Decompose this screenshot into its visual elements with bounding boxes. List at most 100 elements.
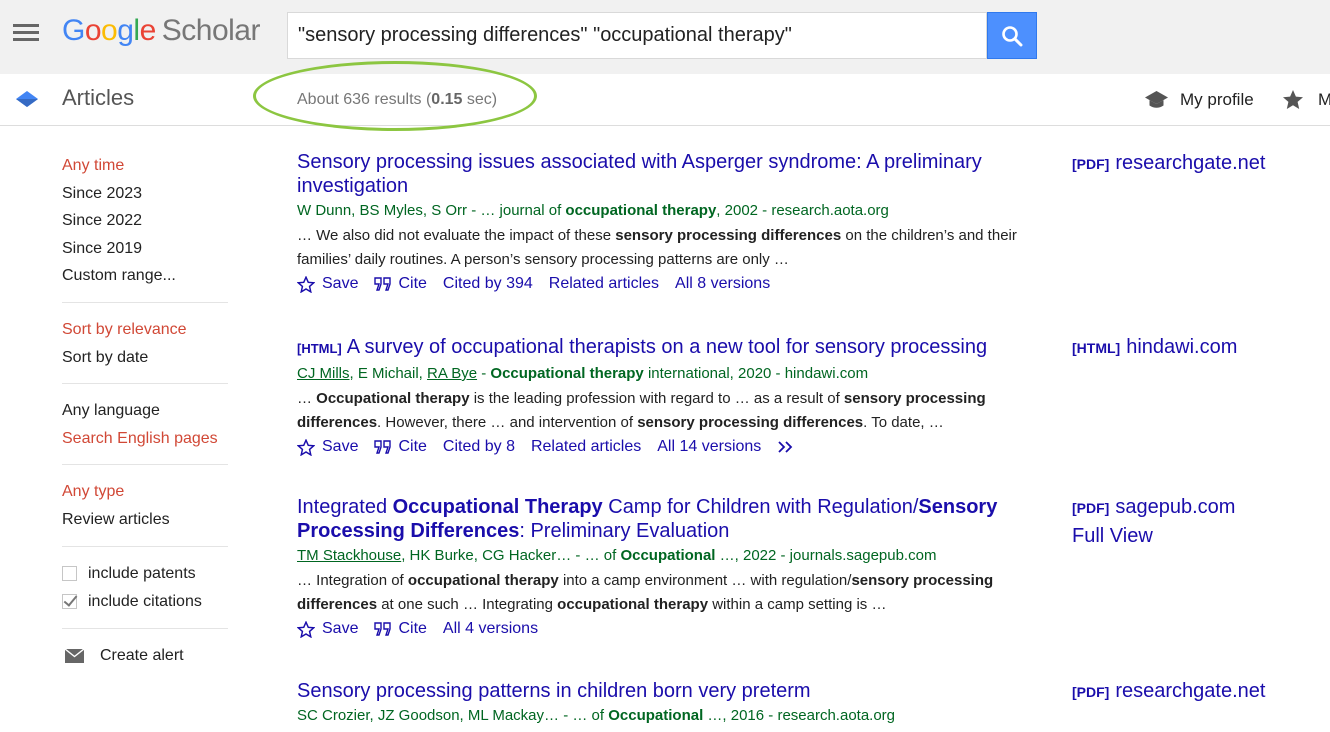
full-text-link[interactable]: [PDF] researchgate.net <box>1072 677 1265 707</box>
my-library-label: My library <box>1318 89 1330 109</box>
logo-letter: o <box>101 14 118 47</box>
section-title: Articles <box>62 85 135 110</box>
save-button[interactable]: Save <box>297 273 358 295</box>
quote-icon <box>374 440 392 454</box>
related-articles-link[interactable]: Related articles <box>549 273 659 295</box>
include-patents-label: include patents <box>88 564 196 582</box>
result-meta-text: - … of <box>571 547 621 564</box>
author-profile-link[interactable]: TM Stackhouse <box>297 547 401 564</box>
result-title-link[interactable]: Sensory processing patterns in children … <box>297 679 1057 703</box>
result-meta-bold: Occupational therapy <box>490 365 644 382</box>
result-title-link[interactable]: [HTML] A survey of occupational therapist… <box>297 335 1057 361</box>
include-patents-checkbox[interactable] <box>62 566 77 582</box>
result-item: Sensory processing patterns in children … <box>297 679 1057 727</box>
cite-button[interactable]: Cite <box>374 618 427 640</box>
file-type-tag: [PDF] <box>1072 156 1110 172</box>
sort-by-relevance[interactable]: Sort by relevance <box>62 316 228 344</box>
quote-icon <box>374 622 392 636</box>
filter-since-2022[interactable]: Since 2022 <box>62 207 228 235</box>
result-meta-text: - <box>477 365 491 382</box>
cited-by-link[interactable]: Cited by 394 <box>443 273 533 295</box>
result-item: Sensory processing issues associated wit… <box>297 150 1057 295</box>
results-count-prefix: About 636 results ( <box>297 91 432 108</box>
result-meta-bold: Occupational <box>620 547 716 564</box>
snippet-text: at one such … Integrating <box>377 595 558 613</box>
divider <box>62 545 228 547</box>
include-patents-option[interactable]: include patents <box>62 560 228 588</box>
full-view-link[interactable]: Full View <box>1072 522 1153 551</box>
result-meta-text: - … of <box>559 707 609 724</box>
my-profile-link[interactable]: My profile <box>1144 89 1254 111</box>
full-text-link[interactable]: [PDF] sagepub.com <box>1072 493 1235 523</box>
filter-since-2019[interactable]: Since 2019 <box>62 235 228 263</box>
cite-button[interactable]: Cite <box>374 436 427 458</box>
envelope-icon <box>65 648 84 663</box>
full-text-link[interactable]: [PDF] researchgate.net <box>1072 149 1265 179</box>
snippet-text: . To date, … <box>863 413 944 431</box>
result-actions: Save Cite Cited by 394 Related articles … <box>297 273 1057 295</box>
snippet-bold: Occupational therapy <box>316 390 470 407</box>
full-text-link[interactable]: [HTML] hindawi.com <box>1072 333 1237 363</box>
snippet-bold: occupational therapy <box>407 572 559 589</box>
filter-any-language[interactable]: Any language <box>62 397 228 425</box>
hamburger-menu-icon[interactable] <box>13 24 39 42</box>
search-input[interactable] <box>288 13 986 58</box>
filter-custom-range[interactable]: Custom range... <box>62 262 228 290</box>
result-title-text: Integrated <box>297 496 393 518</box>
filter-english-pages[interactable]: Search English pages <box>62 425 228 453</box>
all-versions-link[interactable]: All 8 versions <box>675 273 770 295</box>
sort-group: Sort by relevance Sort by date <box>62 316 228 371</box>
star-icon <box>1283 90 1303 109</box>
author-profile-link[interactable]: RA Bye <box>427 365 477 382</box>
result-item: Integrated Occupational Therapy Camp for… <box>297 495 1057 640</box>
result-meta: W Dunn, BS Myles, S Orr - … journal of o… <box>297 200 1057 222</box>
snippet-text: into a camp environment … with regulatio… <box>558 572 852 589</box>
result-title-link[interactable]: Integrated Occupational Therapy Camp for… <box>297 495 1057 543</box>
more-chevron-icon[interactable] <box>777 440 802 454</box>
result-actions: Save Cite Cited by 8 Related articles Al… <box>297 436 1057 458</box>
cite-label: Cite <box>398 620 427 637</box>
result-meta-text: , E Michail, <box>349 365 428 382</box>
snippet-bold: occupational therapy <box>557 595 709 613</box>
cite-button[interactable]: Cite <box>374 273 427 295</box>
all-versions-link[interactable]: All 14 versions <box>657 436 761 458</box>
snippet-text: within a camp setting is … <box>708 595 887 613</box>
result-meta-text: …, 2022 - journals.sagepub.com <box>715 547 937 564</box>
filter-since-2023[interactable]: Since 2023 <box>62 180 228 208</box>
full-text-domain: researchgate.net <box>1115 152 1266 174</box>
section-bar: Articles About 636 results (0.15 sec) My… <box>0 74 1330 126</box>
full-text-domain: hindawi.com <box>1126 336 1238 358</box>
cited-by-link[interactable]: Cited by 8 <box>443 436 515 458</box>
snippet-text: … Integration of <box>297 572 408 589</box>
divider <box>62 464 228 466</box>
save-button[interactable]: Save <box>297 436 358 458</box>
include-citations-option[interactable]: include citations <box>62 588 228 616</box>
sort-by-date[interactable]: Sort by date <box>62 344 228 372</box>
my-library-link[interactable]: My library <box>1282 89 1330 110</box>
snippet-bold: sensory processing differences <box>637 413 864 431</box>
result-meta-text: - … journal of <box>467 202 566 219</box>
results-count: About 636 results (0.15 sec) <box>297 91 497 109</box>
include-citations-checkbox[interactable] <box>62 594 77 610</box>
save-label: Save <box>322 438 359 455</box>
related-articles-link[interactable]: Related articles <box>531 436 641 458</box>
language-group: Any language Search English pages <box>62 397 228 452</box>
all-versions-link[interactable]: All 4 versions <box>443 618 538 640</box>
result-title-text: : Preliminary Evaluation <box>519 520 730 542</box>
author-profile-link[interactable]: CJ Mills <box>297 365 350 382</box>
result-actions: Save Cite All 4 versions <box>297 618 1057 640</box>
save-button[interactable]: Save <box>297 618 358 640</box>
google-scholar-logo[interactable]: Google Scholar <box>62 14 260 48</box>
filter-any-time[interactable]: Any time <box>62 152 228 180</box>
result-title-bold: Occupational Therapy <box>392 496 603 518</box>
search-button[interactable] <box>987 12 1037 59</box>
create-alert-link[interactable]: Create alert <box>62 642 228 670</box>
filter-any-type[interactable]: Any type <box>62 478 228 506</box>
include-citations-label: include citations <box>88 592 202 610</box>
result-title-link[interactable]: Sensory processing issues associated wit… <box>297 150 1057 198</box>
filter-review-articles[interactable]: Review articles <box>62 506 228 534</box>
search-box <box>287 12 987 59</box>
sidebar: Any time Since 2023 Since 2022 Since 201… <box>62 152 228 670</box>
results-time: 0.15 <box>431 91 463 108</box>
my-profile-label: My profile <box>1180 90 1254 109</box>
